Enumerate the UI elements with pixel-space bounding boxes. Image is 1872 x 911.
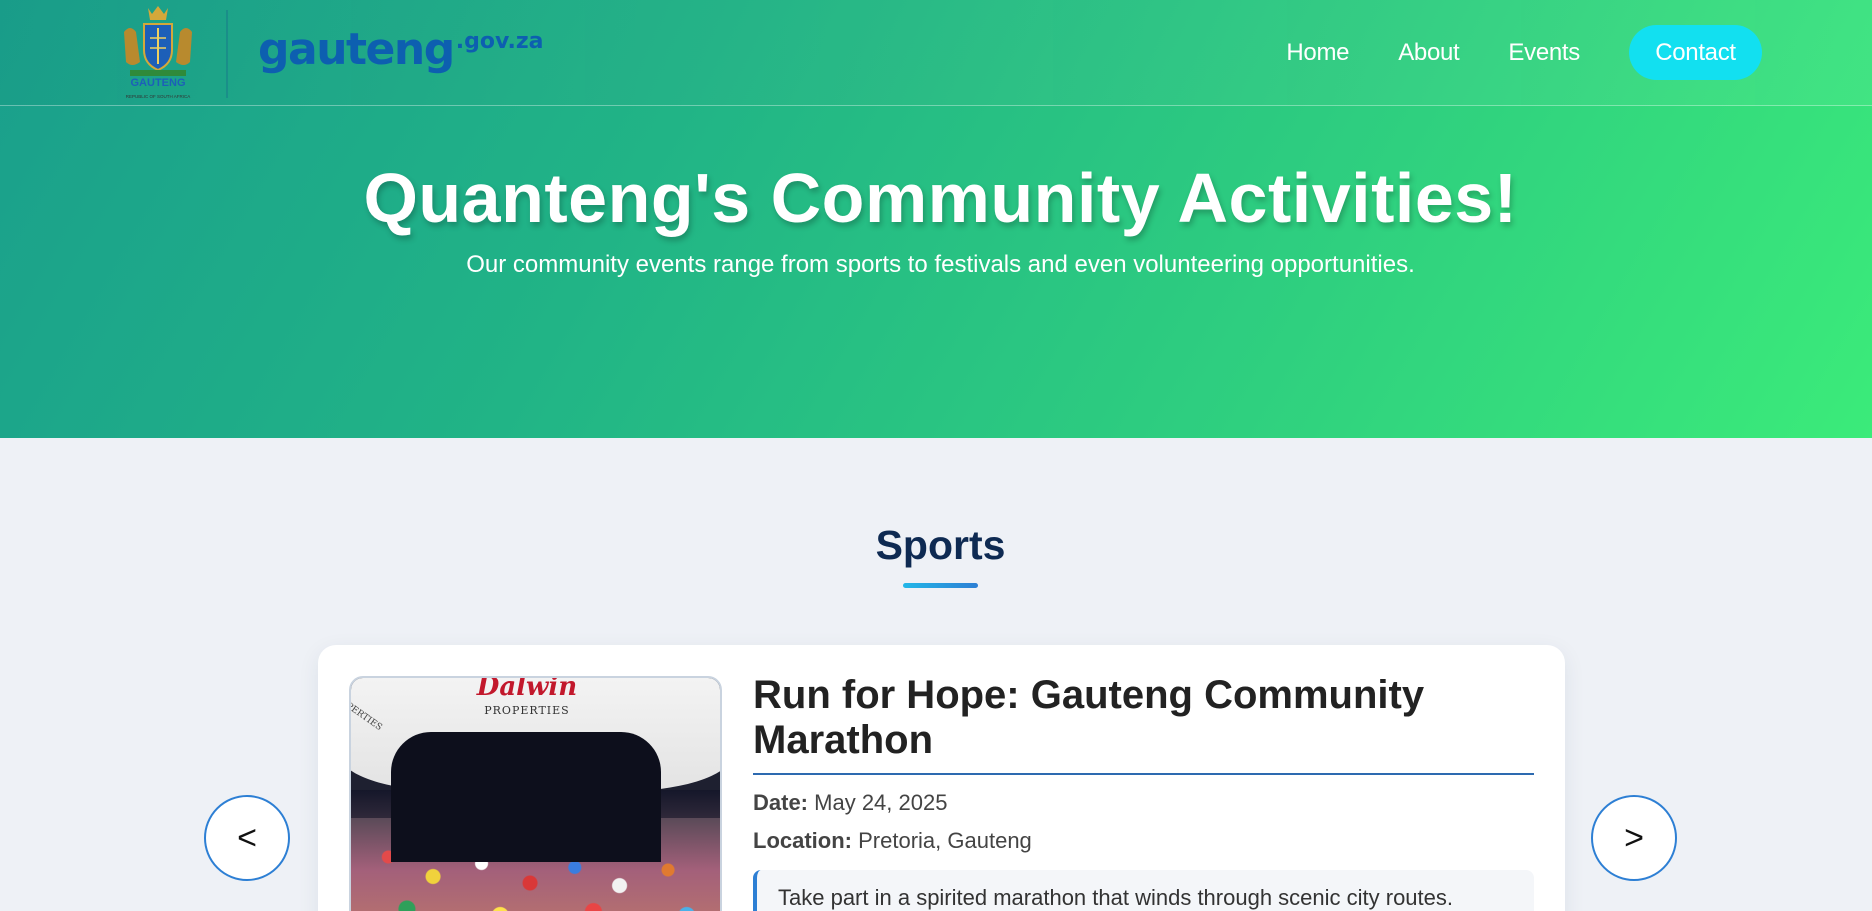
nav-events-link[interactable]: Events xyxy=(1508,39,1580,67)
logo-divider xyxy=(226,10,228,98)
photo-banner-logo: Dalwin xyxy=(476,676,578,702)
event-title: Run for Hope: Gauteng Community Marathon xyxy=(753,673,1425,762)
event-date-label: Date: xyxy=(753,790,809,815)
gauteng-gov-logo[interactable]: gauteng.gov.za xyxy=(258,24,544,75)
event-description: Take part in a spirited marathon that wi… xyxy=(753,870,1534,911)
nav-home-link[interactable]: Home xyxy=(1286,39,1349,67)
brand-word: gauteng xyxy=(258,24,455,75)
photo-banner-side-text: PERTIES xyxy=(349,700,384,734)
section-title: Sports xyxy=(875,522,1006,568)
crest-subtext: REPUBLIC OF SOUTH AFRICA xyxy=(126,94,191,99)
section-title-underline xyxy=(903,583,978,588)
event-location-value: Pretoria, Gauteng xyxy=(858,828,1032,853)
event-date-value: May 24, 2025 xyxy=(814,790,948,815)
hero-subtitle: Our community events range from sports t… xyxy=(466,251,1415,278)
hero-title: Quanteng's Community Activities! xyxy=(363,159,1518,237)
gauteng-coat-of-arms-icon[interactable]: GAUTENG REPUBLIC OF SOUTH AFRICA xyxy=(118,2,198,102)
nav-about-link[interactable]: About xyxy=(1398,39,1460,67)
carousel-prev-button[interactable]: < xyxy=(204,795,290,881)
photo-start-arch: Dalwin PROPERTIES PERTIES xyxy=(349,676,720,862)
hero-banner: GAUTENG REPUBLIC OF SOUTH AFRICA gauteng… xyxy=(0,0,1872,438)
top-navbar: GAUTENG REPUBLIC OF SOUTH AFRICA gauteng… xyxy=(0,0,1872,106)
event-location-label: Location: xyxy=(753,828,852,853)
event-title-divider xyxy=(753,773,1534,775)
photo-arch-opening xyxy=(391,732,661,862)
event-photo: Dalwin PROPERTIES PERTIES xyxy=(349,676,722,911)
crest-label: GAUTENG xyxy=(131,77,186,89)
event-location: Location: Pretoria, Gauteng xyxy=(753,828,1032,854)
carousel-next-button[interactable]: > xyxy=(1591,795,1677,881)
brand-tld: .gov.za xyxy=(455,29,544,54)
event-date: Date: May 24, 2025 xyxy=(753,790,947,816)
nav-contact-button[interactable]: Contact xyxy=(1629,25,1762,80)
photo-banner-subtext: PROPERTIES xyxy=(484,704,570,717)
main-nav: Home About Events Contact xyxy=(1286,25,1762,80)
